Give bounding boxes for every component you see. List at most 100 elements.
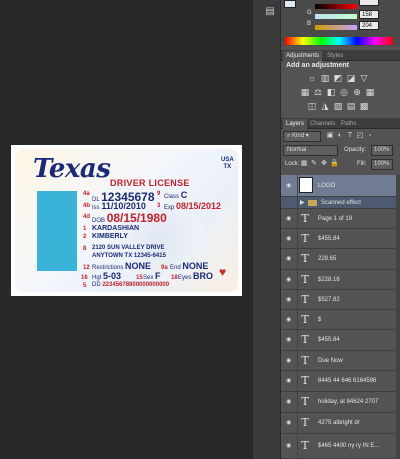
donor-heart-icon: ♥ (219, 265, 227, 279)
layer-row[interactable]: ◉ T Page 1 of 19 (281, 209, 400, 229)
visibility-eye-icon[interactable]: ◉ (286, 399, 294, 405)
slider-track-r[interactable] (315, 4, 357, 9)
expand-chevron-icon[interactable]: ▶ (300, 200, 305, 206)
opacity-label: Opacity: (344, 147, 367, 153)
posterize-icon[interactable]: ◮ (320, 101, 330, 111)
layer-name: $465 4400 ny ry IN E... (318, 443, 380, 449)
threshold-icon[interactable]: ▨ (333, 101, 343, 111)
color-lookup-icon[interactable]: ▦ (365, 87, 375, 97)
document-canvas[interactable]: Texas USA TX DRIVER LICENSE 4a DL 123456… (0, 0, 250, 459)
divider (297, 351, 298, 370)
document-image[interactable]: Texas USA TX DRIVER LICENSE 4a DL 123456… (11, 145, 242, 296)
restrictions-row: Restrictions NONE (92, 261, 152, 271)
color-slider-r[interactable] (307, 0, 400, 10)
invert-icon[interactable]: ◫ (307, 101, 317, 111)
divider (297, 197, 298, 208)
color-slider-b[interactable]: B 204 (307, 21, 400, 31)
panel-toggle-icon[interactable]: ▤ (264, 6, 276, 18)
text-layer-icon: T (301, 211, 309, 225)
slider-value-r[interactable] (359, 0, 379, 6)
layer-kind-filter[interactable]: ⌕ Kind ▾ (283, 131, 321, 142)
layer-row[interactable]: ◉ T $465 4400 ny ry IN E... (281, 434, 400, 459)
blend-mode-select[interactable]: Normal (283, 145, 338, 156)
hue-saturation-icon[interactable]: ▦ (300, 87, 310, 97)
foreground-color-swatch[interactable] (284, 0, 296, 8)
slider-track-g[interactable] (315, 14, 357, 19)
filter-type-icon[interactable]: T (346, 132, 354, 140)
lock-image-icon[interactable]: ✎ (310, 160, 318, 168)
curves-icon[interactable]: ◩ (333, 73, 343, 83)
license-country: USA TX (221, 157, 234, 170)
selective-color-icon[interactable]: ▩ (359, 101, 369, 111)
divider (297, 413, 298, 433)
divider (297, 209, 298, 228)
color-balance-icon[interactable]: ⚖ (313, 87, 323, 97)
layer-row[interactable]: ◉ T $455.84 (281, 330, 400, 351)
layer-row[interactable]: ◉ T $455.84 (281, 229, 400, 249)
visibility-eye-icon[interactable]: ◉ (286, 277, 294, 283)
layer-row[interactable]: ◉ T $ (281, 310, 400, 330)
field-number: 8 (83, 246, 87, 252)
tab-adjustments[interactable]: Adjustments (283, 51, 323, 61)
layer-name: $527.82 (318, 296, 340, 303)
layer-row[interactable]: ◉ T 228.65 (281, 249, 400, 270)
layer-thumbnail (299, 177, 313, 193)
vibrance-icon[interactable]: ▽ (359, 73, 369, 83)
visibility-eye-icon[interactable]: ◉ (286, 297, 294, 303)
slider-track-b[interactable] (315, 25, 357, 30)
filter-pixel-icon[interactable]: ▣ (326, 132, 334, 140)
filter-smart-object-icon[interactable]: ▫ (366, 132, 374, 140)
exposure-icon[interactable]: ◪ (346, 73, 356, 83)
visibility-eye-icon[interactable]: ◉ (286, 443, 294, 449)
opacity-input[interactable]: 100% (371, 145, 393, 156)
gradient-map-icon[interactable]: ▤ (346, 101, 356, 111)
adjustments-tabbar: Adjustments Styles (281, 50, 400, 61)
filter-shape-icon[interactable]: ◰ (356, 132, 364, 140)
slider-value-g[interactable]: 158 (359, 10, 379, 19)
channel-mixer-icon[interactable]: ⊕ (352, 87, 362, 97)
visibility-eye-icon[interactable]: ◉ (286, 216, 294, 222)
filter-adjustment-icon[interactable]: ◐ (336, 132, 344, 140)
visibility-eye-icon[interactable]: ◉ (286, 236, 294, 242)
color-spectrum-bar[interactable] (285, 37, 393, 45)
eyes-row: Eyes BRO (178, 271, 214, 281)
tab-channels[interactable]: Channels (307, 119, 338, 129)
layer-row[interactable]: ◉ T 4275 albright dr (281, 413, 400, 434)
layer-row[interactable]: ◉ T $527.82 (281, 290, 400, 310)
layer-row[interactable]: ◉ T $228.16 (281, 270, 400, 290)
visibility-eye-icon[interactable]: ◉ (286, 337, 294, 343)
slider-value-b[interactable]: 204 (359, 21, 379, 30)
visibility-eye-icon[interactable]: ◉ (286, 378, 294, 384)
tab-paths[interactable]: Paths (338, 119, 359, 129)
layers-scrollbar[interactable] (396, 175, 400, 459)
lock-all-icon[interactable]: 🔒 (330, 160, 339, 168)
visibility-eye-icon[interactable] (286, 200, 294, 206)
visibility-eye-icon[interactable]: ◉ (286, 256, 294, 262)
divider (297, 330, 298, 350)
tab-styles[interactable]: Styles (324, 51, 346, 61)
brightness-icon[interactable]: ☼ (307, 73, 317, 83)
folder-icon (308, 199, 317, 206)
visibility-eye-icon[interactable]: ◉ (286, 420, 294, 426)
layer-row[interactable]: ◉ T holiday, at 84624 2707 (281, 392, 400, 413)
field-number: 9 (157, 191, 161, 197)
visibility-eye-icon[interactable]: ◉ (286, 358, 294, 364)
layer-row[interactable]: ◉ LOGO (281, 175, 400, 197)
photo-filter-icon[interactable]: ◎ (339, 87, 349, 97)
color-slider-g[interactable]: G 158 (307, 10, 400, 20)
dob-row: DOB 08/15/1980 (92, 211, 167, 225)
visibility-eye-icon[interactable]: ◉ (286, 317, 294, 323)
levels-icon[interactable]: ▥ (320, 73, 330, 83)
divider (297, 434, 298, 458)
tab-layers[interactable]: Layers (283, 119, 308, 129)
lock-transparent-icon[interactable]: ▦ (300, 160, 308, 168)
field-number: 1 (83, 226, 87, 232)
fill-input[interactable]: 100% (371, 159, 393, 170)
visibility-eye-icon[interactable]: ◉ (286, 183, 294, 189)
lock-position-icon[interactable]: ✥ (320, 160, 328, 168)
black-white-icon[interactable]: ◧ (326, 87, 336, 97)
layer-group-row[interactable]: ▶ Scanned effect (281, 197, 400, 209)
field-number: 15 (136, 275, 143, 281)
layer-row[interactable]: ◉ T 8445 44 646 6164596 (281, 371, 400, 392)
layer-row[interactable]: ◉ T Due Now (281, 351, 400, 371)
